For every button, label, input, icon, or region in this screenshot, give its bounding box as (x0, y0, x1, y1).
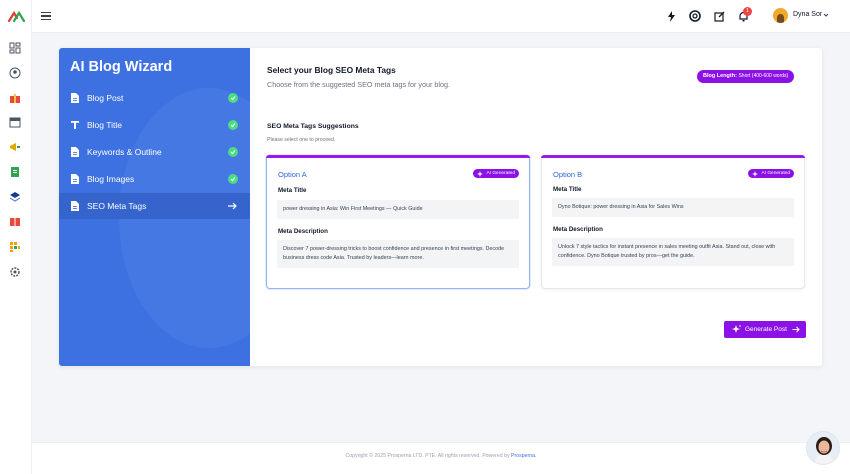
text-icon (71, 121, 79, 129)
dashboard-icon[interactable] (9, 42, 21, 54)
document-icon (71, 174, 79, 184)
sparkle-icon (732, 325, 741, 333)
option-accent-bar (266, 155, 530, 158)
document-icon (71, 201, 79, 211)
meta-title-value: Dyno Botique: power dressing in Asia for… (552, 198, 794, 217)
sparkle-icon (477, 170, 484, 177)
meta-description-value: Discover 7 power-dressing tricks to boos… (277, 240, 519, 268)
settings-icon[interactable] (9, 266, 21, 278)
meta-description-label: Meta Description (278, 228, 328, 235)
ai-generated-badge: AI Generated (473, 169, 519, 178)
option-label: Option A (278, 170, 307, 179)
app-logo[interactable] (8, 10, 25, 23)
icon-rail (0, 0, 32, 474)
bolt-icon[interactable] (666, 11, 677, 22)
user-name[interactable]: Dyna Sor (793, 11, 822, 18)
ai-generated-badge: AI Generated (748, 169, 794, 178)
step-label: Blog Title (87, 120, 122, 130)
step-label: Keywords & Outline (87, 147, 162, 157)
openai-icon[interactable] (689, 10, 701, 22)
page-title: Select your Blog SEO Meta Tags (267, 65, 396, 75)
ai-generated-label: AI Generated (761, 171, 790, 176)
check-icon (228, 93, 238, 103)
suggestions-hint: Please select one to proceed. (267, 137, 336, 143)
wizard-title: AI Blog Wizard (70, 59, 173, 75)
wizard-sidebar: AI Blog Wizard Blog Post Blog Title Keyw… (59, 48, 250, 366)
check-icon (228, 120, 238, 130)
document-icon (71, 147, 79, 157)
option-accent-bar (541, 155, 805, 158)
meta-title-label: Meta Title (553, 186, 582, 193)
meta-description-label: Meta Description (553, 226, 603, 233)
arrow-right-icon (228, 202, 237, 210)
step-seo-meta-tags[interactable]: SEO Meta Tags (59, 193, 250, 219)
page-subtitle: Choose from the suggested SEO meta tags … (267, 80, 450, 89)
suggestions-title: SEO Meta Tags Suggestions (267, 123, 359, 130)
user-avatar[interactable] (773, 8, 788, 23)
footer-link[interactable]: Prosperna. (511, 453, 536, 459)
footer-copyright: Copyright © 2025 Prosperna LTD. PTE. All… (345, 453, 510, 459)
generate-post-label: Generate Post (745, 326, 787, 333)
blog-wizard-card: AI Blog Wizard Blog Post Blog Title Keyw… (59, 48, 822, 366)
meta-title-value: power dressing in Asia: Win First Meetin… (277, 200, 519, 219)
meta-tags-panel: Select your Blog SEO Meta Tags Choose fr… (250, 48, 822, 366)
step-blog-post[interactable]: Blog Post (59, 85, 250, 111)
grid-icon[interactable] (9, 241, 21, 253)
step-label: Blog Post (87, 93, 124, 103)
user-circle-icon[interactable] (9, 67, 21, 79)
menu-toggle-icon[interactable] (41, 12, 51, 21)
option-card-a[interactable]: Option A AI Generated Meta Title power d… (266, 155, 530, 289)
layers-icon[interactable] (9, 191, 21, 203)
document-icon (71, 93, 79, 103)
chevron-down-icon[interactable] (823, 12, 829, 18)
book-icon[interactable] (9, 216, 21, 228)
megaphone-icon[interactable] (9, 141, 21, 153)
blog-length-prefix: Blog Length: (703, 73, 737, 79)
blog-length-value: Short (400-600 words) (738, 73, 789, 79)
sparkle-icon (752, 170, 759, 177)
gift-icon[interactable] (9, 92, 21, 104)
document-icon[interactable] (9, 166, 21, 178)
meta-title-label: Meta Title (278, 187, 307, 194)
step-label: SEO Meta Tags (87, 201, 147, 211)
calendar-icon[interactable] (9, 116, 21, 128)
chat-assistant-avatar[interactable] (806, 431, 840, 465)
check-icon (228, 147, 238, 157)
generate-post-button[interactable]: Generate Post (724, 321, 806, 338)
blog-length-badge: Blog Length: Short (400-600 words) (697, 70, 795, 83)
step-keywords-outline[interactable]: Keywords & Outline (59, 139, 250, 165)
external-edit-icon[interactable] (714, 11, 725, 22)
step-blog-title[interactable]: Blog Title (59, 112, 250, 138)
option-card-b[interactable]: Option B AI Generated Meta Title Dyno Bo… (541, 155, 805, 289)
footer: Copyright © 2025 Prosperna LTD. PTE. All… (32, 442, 850, 474)
check-icon (228, 174, 238, 184)
step-label: Blog Images (87, 174, 135, 184)
top-bar: 1 Dyna Sor (32, 0, 850, 33)
step-blog-images[interactable]: Blog Images (59, 166, 250, 192)
notification-badge: 1 (743, 7, 752, 16)
option-label: Option B (553, 170, 583, 179)
meta-description-value: Unlock 7 style tactics for instant prese… (552, 238, 794, 266)
ai-generated-label: AI Generated (486, 171, 515, 176)
arrow-right-icon (792, 326, 800, 333)
